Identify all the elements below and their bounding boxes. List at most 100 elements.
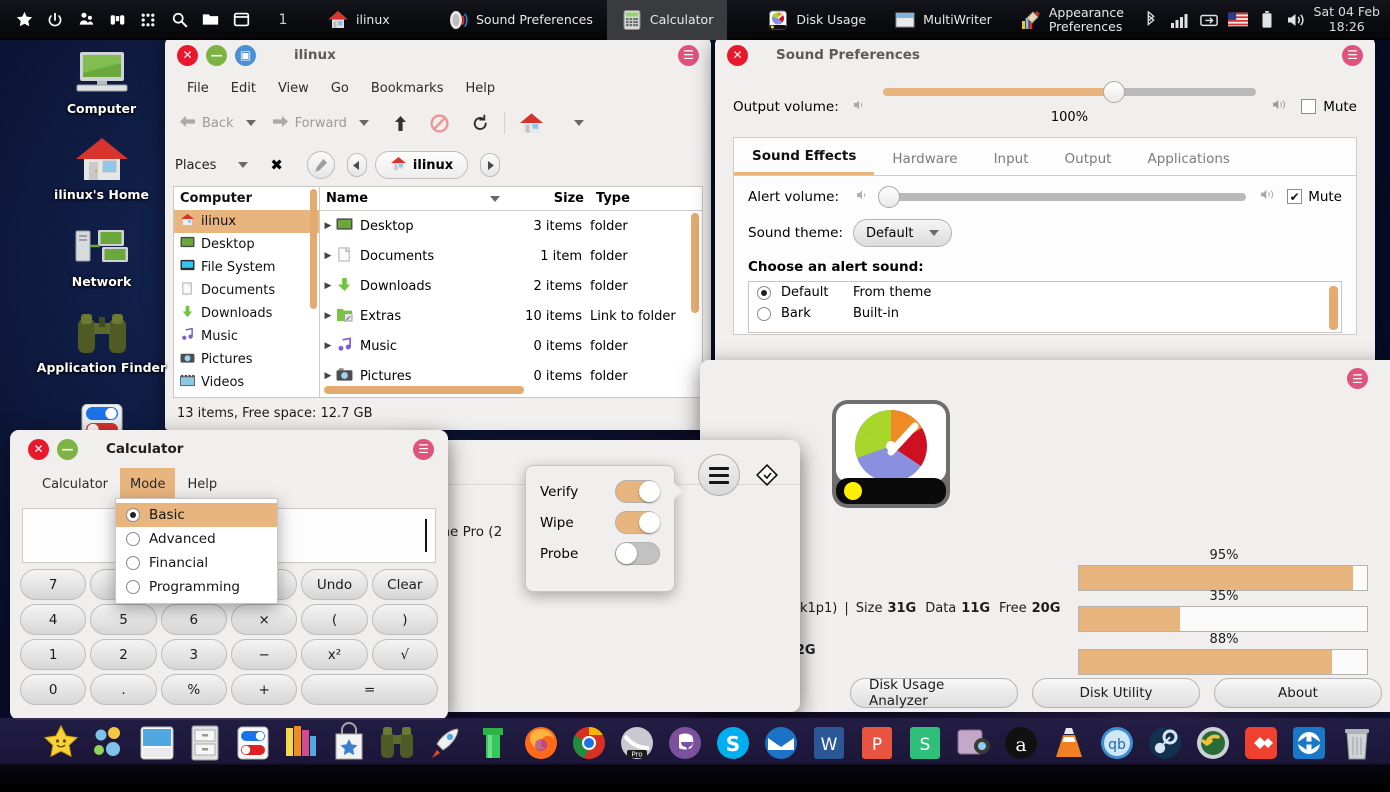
expander-icon[interactable]: ▶	[320, 251, 336, 261]
mode-dropdown-menu[interactable]: Basic Advanced Financial Programming	[115, 498, 278, 604]
key-5[interactable]: 5	[90, 604, 157, 635]
key-undo[interactable]: Undo	[301, 569, 368, 600]
key-minus[interactable]: −	[231, 639, 298, 670]
multiwriter-options-popover[interactable]: Verify Wipe Probe	[525, 465, 683, 592]
output-volume-knob[interactable]	[1103, 81, 1126, 103]
reload-icon[interactable]	[467, 112, 494, 135]
sidebar-item-file-system[interactable]: File System	[174, 256, 319, 279]
folder-icon[interactable]	[200, 10, 220, 30]
task-disk-usage[interactable]: Disk Usage	[753, 0, 880, 40]
key-4[interactable]: 4	[20, 604, 87, 635]
tab-hardware[interactable]: Hardware	[874, 151, 975, 175]
desktop-icon-home[interactable]: ilinux's Home	[34, 134, 169, 202]
window-blue-icon[interactable]	[136, 722, 178, 764]
mode-item-advanced[interactable]: Advanced	[116, 527, 277, 551]
key-3[interactable]: 3	[160, 639, 227, 670]
workspace-number[interactable]: 1	[263, 12, 303, 28]
column-header-name[interactable]: Name	[326, 191, 368, 206]
column-header-size[interactable]: Size	[512, 191, 590, 206]
desktop-icon-computer[interactable]: Computer	[34, 48, 169, 116]
sidebar-scrollbar[interactable]	[310, 189, 317, 309]
key-2[interactable]: 2	[90, 639, 157, 670]
file-manager-titlebar[interactable]: ✕ — ▣ ilinux ☰	[165, 36, 711, 74]
task-sound-preferences[interactable]: Sound Preferences	[433, 0, 607, 40]
expander-icon[interactable]: ▶	[320, 221, 336, 231]
sound-theme-combobox[interactable]: Default	[852, 219, 953, 247]
table-row[interactable]: ▶ Desktop 3 items folder	[320, 211, 702, 241]
key-1[interactable]: 1	[20, 639, 87, 670]
rocket-icon[interactable]	[424, 722, 466, 764]
task-calculator[interactable]: Calculator	[606, 0, 728, 40]
star-icon[interactable]	[14, 10, 34, 30]
diamond-icon[interactable]	[755, 463, 779, 490]
menu-view[interactable]: View	[268, 77, 319, 100]
pipe-green-icon[interactable]	[472, 722, 514, 764]
wipe-toggle-row[interactable]: Wipe	[526, 507, 674, 538]
trash-icon[interactable]	[1336, 722, 1378, 764]
arrow-up-icon[interactable]	[389, 113, 412, 134]
sidebar-item-desktop[interactable]: Desktop	[174, 233, 319, 256]
menu-edit[interactable]: Edit	[221, 77, 266, 100]
sidebar-item-trash[interactable]: Trash	[174, 394, 319, 397]
calculator-titlebar[interactable]: ✕ — Calculator ☰	[10, 430, 448, 468]
list-item[interactable]: Bark Built-in	[749, 303, 1341, 324]
binoculars-icon[interactable]	[376, 722, 418, 764]
pro-browser-icon[interactable]: Pro	[616, 722, 658, 764]
back-dropdown-icon[interactable]	[245, 120, 256, 126]
sidebar-item-music[interactable]: Music	[174, 325, 319, 348]
key-clear[interactable]: Clear	[371, 569, 438, 600]
key-square[interactable]: x²	[301, 639, 368, 670]
key-plus[interactable]: +	[231, 674, 298, 705]
forward-button[interactable]: Forward	[268, 113, 351, 134]
list-item[interactable]: Default From theme	[749, 282, 1341, 303]
pathbar-toggle-icon[interactable]	[306, 151, 335, 179]
power-icon[interactable]	[45, 10, 65, 30]
chrome-icon[interactable]	[568, 722, 610, 764]
minimize-button[interactable]: —	[206, 44, 227, 66]
search-icon[interactable]	[169, 10, 189, 30]
menu-help[interactable]: Help	[177, 473, 227, 496]
tab-applications[interactable]: Applications	[1129, 151, 1247, 175]
window-icon[interactable]	[231, 10, 251, 30]
key-open-paren[interactable]: (	[301, 604, 368, 635]
table-row[interactable]: ▶ Downloads 2 items folder	[320, 271, 702, 301]
key-decimal[interactable]: .	[90, 674, 157, 705]
sidebar-item-videos[interactable]: Videos	[174, 371, 319, 394]
key-0[interactable]: 0	[20, 674, 87, 705]
file-list-pane[interactable]: Name Size Type ▶ Desktop 3 items folder …	[320, 187, 702, 397]
key-close-paren[interactable]: )	[371, 604, 438, 635]
window-menu-button[interactable]: ☰	[1347, 368, 1368, 389]
radio-icon[interactable]	[757, 306, 771, 321]
mode-item-financial[interactable]: Financial	[116, 551, 277, 575]
disk-utility-button[interactable]: Disk Utility	[1032, 678, 1200, 708]
tab-sound-effects[interactable]: Sound Effects	[734, 148, 875, 175]
minimize-button[interactable]: —	[57, 438, 78, 460]
grid-icon[interactable]	[138, 10, 158, 30]
flag-us-icon[interactable]	[1227, 10, 1248, 30]
webcam-icon[interactable]	[952, 722, 994, 764]
teamviewer-icon[interactable]	[1288, 722, 1330, 764]
column-header-type[interactable]: Type	[590, 191, 702, 206]
sort-descending-icon[interactable]	[490, 195, 500, 202]
viber-icon[interactable]	[664, 722, 706, 764]
expander-icon[interactable]: ▶	[320, 371, 336, 381]
menu-calculator[interactable]: Calculator	[32, 473, 118, 496]
radio-icon[interactable]	[757, 285, 771, 300]
pathbar-next-icon[interactable]	[480, 153, 501, 177]
network-icon[interactable]	[1199, 10, 1219, 30]
home-dropdown-icon[interactable]	[573, 120, 584, 126]
key-percent[interactable]: %	[160, 674, 227, 705]
output-mute-checkbox[interactable]	[1301, 99, 1317, 114]
settings-toggles-icon[interactable]	[232, 722, 274, 764]
word-icon[interactable]: W	[808, 722, 850, 764]
menu-help[interactable]: Help	[455, 77, 505, 100]
window-menu-button[interactable]: ☰	[413, 438, 434, 460]
back-button[interactable]: Back	[175, 113, 238, 134]
alert-sound-list[interactable]: Default From theme Bark Built-in	[748, 281, 1342, 333]
key-multiply[interactable]: ×	[231, 604, 298, 635]
alert-volume-knob[interactable]	[878, 185, 900, 208]
calculator-window[interactable]: ✕ — Calculator ☰ Calculator Mode Help 7 …	[10, 430, 448, 720]
users-icon[interactable]	[76, 10, 96, 30]
forward-dropdown-icon[interactable]	[358, 120, 369, 126]
firefox-icon[interactable]	[520, 722, 562, 764]
